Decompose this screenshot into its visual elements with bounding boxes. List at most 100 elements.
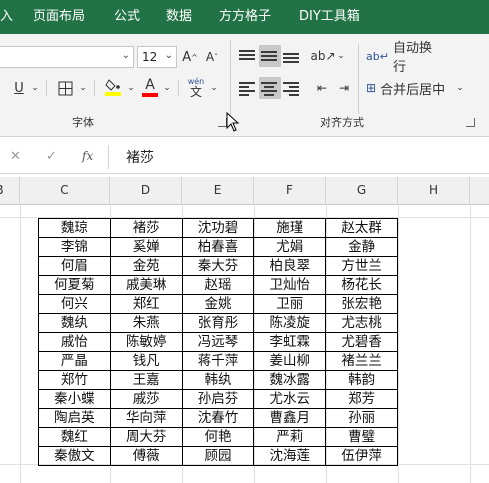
column-header-c[interactable]: C: [20, 177, 110, 204]
table-cell[interactable]: 张宏艳: [325, 294, 398, 314]
table-cell[interactable]: 戚莎: [109, 389, 183, 409]
table-cell[interactable]: 韩纨: [181, 370, 255, 390]
table-cell[interactable]: 孙丽: [325, 408, 398, 428]
table-cell[interactable]: 何艳: [181, 427, 255, 447]
table-cell[interactable]: 戚美琳: [109, 275, 183, 295]
table-cell[interactable]: 伍伊萍: [325, 446, 398, 466]
table-cell[interactable]: 尤志桃: [325, 313, 398, 333]
border-icon[interactable]: [54, 77, 76, 99]
merge-center-button[interactable]: ⊞ 合并后居中: [366, 77, 450, 99]
table-cell[interactable]: 华向萍: [109, 408, 183, 428]
table-cell[interactable]: 王嘉: [109, 370, 183, 390]
table-cell[interactable]: 蒋千萍: [181, 351, 255, 371]
align-left-icon[interactable]: [237, 77, 259, 99]
table-cell[interactable]: 秦傲文: [38, 446, 111, 466]
table-cell[interactable]: 金静: [325, 237, 398, 257]
align-top-icon[interactable]: [237, 45, 259, 67]
chevron-down-icon[interactable]: ⌄: [336, 45, 346, 67]
table-cell[interactable]: 严晶: [38, 351, 111, 371]
table-cell[interactable]: 曹鑫月: [253, 408, 327, 428]
tab-page-layout[interactable]: 页面布局: [33, 0, 85, 34]
column-header-i[interactable]: [470, 177, 489, 204]
table-cell[interactable]: 何夏菊: [38, 275, 111, 295]
table-cell[interactable]: 卫灿怡: [253, 275, 327, 295]
column-header-g[interactable]: G: [326, 177, 398, 204]
align-bottom-icon[interactable]: [281, 45, 303, 67]
table-cell[interactable]: 钱凡: [109, 351, 183, 371]
font-size-decrease-icon[interactable]: Aˇ: [202, 46, 222, 68]
table-cell[interactable]: 秦大芬: [181, 256, 255, 276]
table-cell[interactable]: 顾园: [181, 446, 255, 466]
table-cell[interactable]: 卫丽: [253, 294, 327, 314]
table-cell[interactable]: 何眉: [38, 256, 111, 276]
table-cell[interactable]: 傅薇: [109, 446, 183, 466]
table-cell[interactable]: 李虹霖: [253, 332, 327, 352]
tab-data[interactable]: 数据: [166, 0, 192, 34]
tab-formulas[interactable]: 公式: [114, 0, 140, 34]
table-cell[interactable]: 秦小蝶: [38, 389, 111, 409]
table-cell[interactable]: 赵瑶: [181, 275, 255, 295]
chevron-down-icon[interactable]: ⌄: [78, 77, 88, 99]
table-cell[interactable]: 方世兰: [325, 256, 398, 276]
fill-color-icon[interactable]: [102, 75, 124, 99]
table-cell[interactable]: 严莉: [253, 427, 327, 447]
table-cell[interactable]: 陈凌旋: [253, 313, 327, 333]
chevron-down-icon[interactable]: ⌄: [454, 77, 466, 99]
increase-indent-icon[interactable]: ⇥: [334, 77, 354, 99]
table-cell[interactable]: 杨花长: [325, 275, 398, 295]
chevron-down-icon[interactable]: ⌄: [30, 77, 40, 99]
table-cell[interactable]: 柏春喜: [181, 237, 255, 257]
font-name-combo[interactable]: ⌄: [0, 46, 134, 68]
column-header-d[interactable]: D: [110, 177, 182, 204]
table-cell[interactable]: 何兴: [38, 294, 111, 314]
table-cell[interactable]: 张育彤: [181, 313, 255, 333]
table-cell[interactable]: 朱燕: [109, 313, 183, 333]
table-cell[interactable]: 郑芳: [325, 389, 398, 409]
table-cell[interactable]: 金苑: [109, 256, 183, 276]
table-cell[interactable]: 周大芬: [109, 427, 183, 447]
font-color-icon[interactable]: A: [140, 75, 160, 99]
table-cell[interactable]: 金姚: [181, 294, 255, 314]
font-size-increase-icon[interactable]: A ^: [180, 46, 200, 68]
table-cell[interactable]: 褚莎: [109, 218, 183, 238]
table-cell[interactable]: 沈春竹: [181, 408, 255, 428]
table-cell[interactable]: 沈海莲: [253, 446, 327, 466]
table-cell[interactable]: 奚婵: [109, 237, 183, 257]
table-cell[interactable]: 沈功碧: [181, 218, 255, 238]
chevron-down-icon[interactable]: ⌄: [209, 77, 219, 99]
table-cell[interactable]: 魏琼: [38, 218, 111, 238]
table-cell[interactable]: 李锦: [38, 237, 111, 257]
alignment-dialog-launcher-icon[interactable]: [466, 118, 475, 127]
font-size-combo[interactable]: 12 ⌄: [137, 46, 177, 68]
formula-input[interactable]: 褚莎: [126, 147, 154, 167]
orientation-icon[interactable]: ab↗: [310, 45, 335, 67]
column-header-h[interactable]: H: [398, 177, 470, 204]
align-middle-icon[interactable]: [259, 45, 281, 67]
table-cell[interactable]: 陶启英: [38, 408, 111, 428]
table-cell[interactable]: 魏冰露: [253, 370, 327, 390]
table-cell[interactable]: 赵太群: [325, 218, 398, 238]
table-cell[interactable]: 冯远琴: [181, 332, 255, 352]
table-cell[interactable]: 韩韵: [325, 370, 398, 390]
column-header-f[interactable]: F: [254, 177, 326, 204]
table-cell[interactable]: 柏良翠: [253, 256, 327, 276]
align-right-icon[interactable]: [281, 77, 303, 99]
chevron-down-icon[interactable]: ⌄: [162, 77, 172, 99]
table-cell[interactable]: 郑竹: [38, 370, 111, 390]
underline-icon[interactable]: U: [10, 77, 28, 99]
table-cell[interactable]: 陈敏婷: [109, 332, 183, 352]
table-cell[interactable]: 孙启芬: [181, 389, 255, 409]
table-cell[interactable]: 尤娟: [253, 237, 327, 257]
chevron-down-icon[interactable]: ⌄: [126, 77, 136, 99]
table-cell[interactable]: 施瑾: [253, 218, 327, 238]
table-cell[interactable]: 戚怡: [38, 332, 111, 352]
table-cell[interactable]: 尤碧香: [325, 332, 398, 352]
column-header-e[interactable]: E: [182, 177, 254, 204]
tab-fangfang[interactable]: 方方格子: [219, 0, 271, 34]
tab-diy-toolbox[interactable]: DIY工具箱: [299, 0, 360, 34]
align-center-icon[interactable]: [259, 77, 281, 99]
cancel-icon[interactable]: ✕: [10, 149, 21, 164]
column-header-b[interactable]: B: [0, 177, 20, 204]
insert-function-icon[interactable]: fx: [82, 149, 93, 163]
table-cell[interactable]: 尤水云: [253, 389, 327, 409]
